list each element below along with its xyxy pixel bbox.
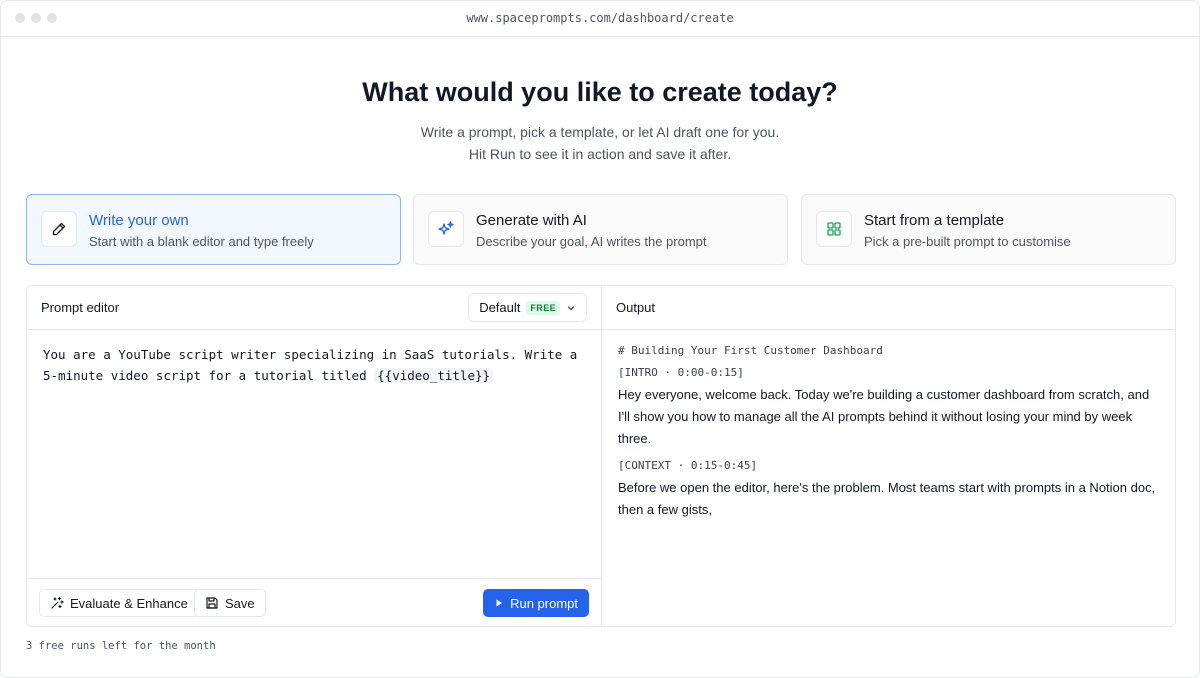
panel-divider xyxy=(601,286,602,626)
mode-card-title: Generate with AI xyxy=(476,212,587,229)
play-icon xyxy=(496,599,503,607)
magic-wand-icon xyxy=(51,596,64,609)
grid-icon xyxy=(816,211,852,247)
save-button[interactable]: Save xyxy=(194,589,266,617)
output-heading: # Building Your First Customer Dashboard xyxy=(618,344,883,357)
browser-titlebar: www.spaceprompts.com/dashboard/create xyxy=(1,1,1199,37)
editor-output-panel: Prompt editor Default FREE Output You ar… xyxy=(26,285,1176,627)
output-section-text-context: Before we open the editor, here's the pr… xyxy=(618,480,1156,517)
mode-card-title: Start from a template xyxy=(864,212,1005,229)
mode-card-write-your-own[interactable]: Write your own Start with a blank editor… xyxy=(26,194,401,265)
evaluate-enhance-button[interactable]: Evaluate & Enhance xyxy=(39,589,199,617)
model-select-value: Default xyxy=(479,300,521,315)
sparkles-icon xyxy=(428,211,464,247)
prompt-editor-header: Prompt editor Default FREE xyxy=(27,286,601,330)
pencil-icon xyxy=(41,211,77,247)
run-prompt-label: Run prompt xyxy=(510,595,578,611)
output-header: Output xyxy=(602,286,1175,330)
output-section-label-context: [CONTEXT · 0:15-0:45] xyxy=(618,459,758,472)
page-subtitle-line-1: Write a prompt, pick a template, or let … xyxy=(420,124,780,140)
editor-footer: Evaluate & Enhance Save Run prompt xyxy=(27,578,601,626)
mode-card-title: Write your own xyxy=(89,212,189,229)
page-title: What would you like to create today? xyxy=(362,77,838,107)
prompt-editor-textarea[interactable]: You are a YouTube script writer speciali… xyxy=(43,344,583,386)
address-bar[interactable]: www.spaceprompts.com/dashboard/create xyxy=(1,11,1199,25)
mode-card-description: Start with a blank editor and type freel… xyxy=(89,234,314,249)
output-section-text-intro: Hey everyone, welcome back. Today we're … xyxy=(618,387,1150,446)
save-label: Save xyxy=(225,595,255,611)
model-select[interactable]: Default FREE xyxy=(468,293,587,322)
output-title: Output xyxy=(616,300,656,315)
page-subtitle-line-2: Hit Run to see it in action and save it … xyxy=(468,146,732,162)
chevron-down-icon xyxy=(567,305,575,310)
save-icon xyxy=(206,597,218,609)
run-prompt-button[interactable]: Run prompt xyxy=(483,589,589,617)
output-content: # Building Your First Customer Dashboard… xyxy=(618,344,1163,521)
mode-card-generate-with-ai[interactable]: Generate with AI Describe your goal, AI … xyxy=(413,194,788,265)
evaluate-enhance-label: Evaluate & Enhance xyxy=(70,595,188,611)
mode-card-description: Pick a pre-built prompt to customise xyxy=(864,234,1071,249)
free-badge: FREE xyxy=(526,300,560,315)
prompt-text: You are a YouTube script writer speciali… xyxy=(43,347,578,383)
free-runs-note: 3 free runs left for the month xyxy=(26,640,216,652)
mode-card-start-from-template[interactable]: Start from a template Pick a pre-built p… xyxy=(801,194,1176,265)
output-section-label-intro: [INTRO · 0:00-0:15] xyxy=(618,366,744,379)
mode-card-description: Describe your goal, AI writes the prompt xyxy=(476,234,707,249)
browser-window: www.spaceprompts.com/dashboard/create Wh… xyxy=(0,0,1200,678)
prompt-editor-title: Prompt editor xyxy=(41,300,120,315)
prompt-variable: {{video_title}} xyxy=(374,368,494,383)
